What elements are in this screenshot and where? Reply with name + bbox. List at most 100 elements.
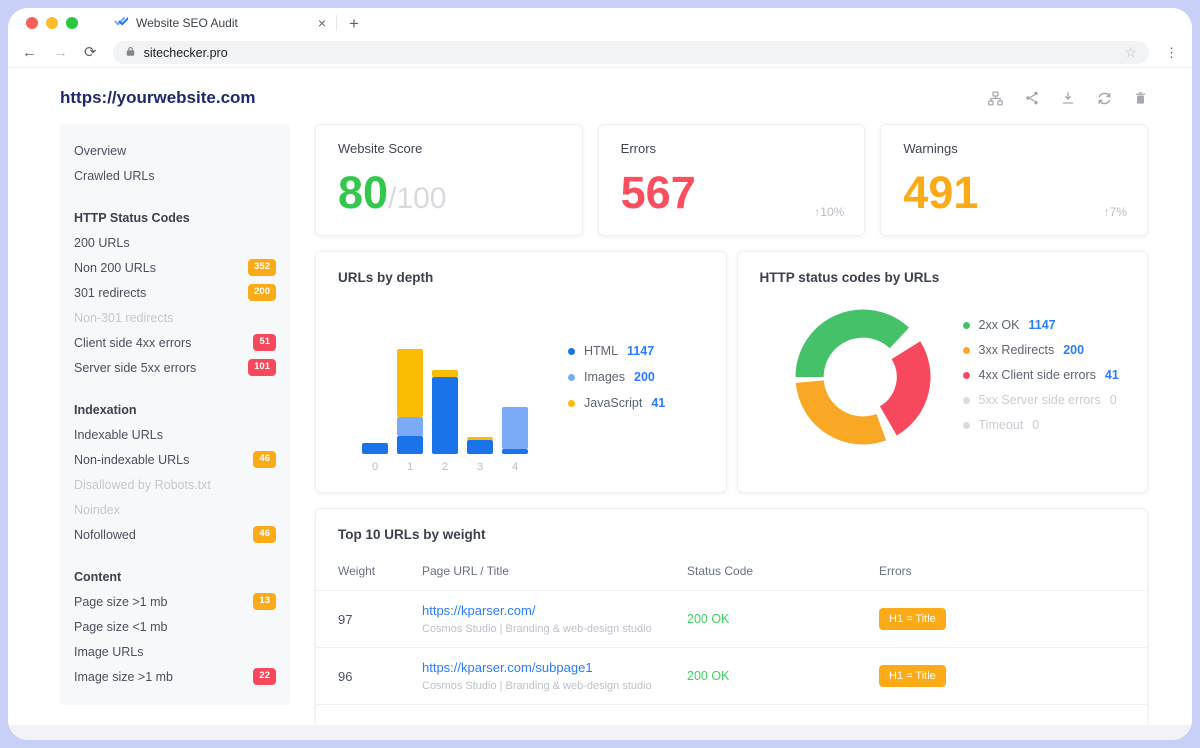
- sidebar-item-image-size-gt-1mb[interactable]: Image size >1 mb22: [74, 664, 276, 689]
- zoom-window-button[interactable]: [66, 17, 78, 29]
- tab-strip: Website SEO Audit × +: [8, 8, 1192, 38]
- http-status-codes-card: HTTP status codes by URLs 2xx OK 1147: [737, 251, 1149, 493]
- share-icon[interactable]: [1024, 90, 1040, 106]
- sidebar-item-label: Non 200 URLs: [74, 261, 156, 275]
- website-score-card: Website Score 80 /100: [315, 124, 583, 236]
- bar-segment-javascript: [397, 349, 423, 417]
- sidebar-item-page-size-lt-1mb[interactable]: Page size <1 mb: [74, 614, 276, 639]
- page-title-text: Cosmos Studio | Branding & web-design st…: [422, 623, 687, 635]
- table-header-row: Weight Page URL / Title Status Code Erro…: [316, 542, 1147, 591]
- bar-depth-1: [397, 349, 423, 454]
- page-url-cell: https://kparser.com/ Cosmos Studio | Bra…: [422, 603, 687, 635]
- browser-toolbar: ← → ⟳ sitechecker.pro ☆ ⋮: [8, 38, 1192, 68]
- page-url-link[interactable]: https://kparser.com/subpage1: [422, 660, 687, 675]
- page-header: https://yourwebsite.com: [60, 88, 1148, 108]
- column-header-weight: Weight: [338, 564, 422, 578]
- sidebar-item-label: Noindex: [74, 503, 120, 517]
- browser-tab[interactable]: Website SEO Audit ×: [104, 8, 336, 38]
- count-badge: 46: [253, 526, 276, 542]
- sidebar-item-label: 301 redirects: [74, 286, 146, 300]
- count-badge: 13: [253, 593, 276, 609]
- charts-row: URLs by depth 01234 HTML 1147: [315, 251, 1148, 493]
- column-header-errors: Errors: [879, 564, 1125, 578]
- bar-segment-html: [467, 440, 493, 454]
- sidebar-nav: Overview Crawled URLs HTTP Status Codes …: [60, 124, 290, 705]
- page-title-text: Cosmos Studio | Branding & web-design st…: [422, 680, 687, 692]
- sidebar-item-overview[interactable]: Overview: [74, 138, 276, 163]
- sidebar-item-indexable-urls[interactable]: Indexable URLs: [74, 422, 276, 447]
- sidebar-item-server-5xx-errors[interactable]: Server side 5xx errors101: [74, 355, 276, 380]
- download-icon[interactable]: [1060, 90, 1076, 106]
- donut-segment-4xx: [888, 350, 913, 421]
- reload-icon[interactable]: ⟳: [84, 45, 97, 60]
- donut-segment-3xx: [809, 382, 881, 431]
- errors-cell: H1 = Title: [879, 665, 1125, 687]
- error-badge: H1 = Title: [879, 665, 946, 687]
- sidebar-item-label: Image URLs: [74, 645, 143, 659]
- warnings-delta: ↑7%: [1104, 205, 1127, 219]
- browser-menu-icon[interactable]: ⋮: [1165, 45, 1178, 61]
- sidebar-item-label: Indexable URLs: [74, 428, 163, 442]
- warnings-value: 491: [903, 170, 978, 215]
- legend-dot: [963, 422, 970, 429]
- page-url-link[interactable]: https://kparser.com/: [422, 603, 687, 618]
- sidebar-item-200-urls[interactable]: 200 URLs: [74, 230, 276, 255]
- table-title: Top 10 URLs by weight: [316, 527, 1147, 542]
- sidebar-item-disallowed-robots[interactable]: Disallowed by Robots.txt: [74, 472, 276, 497]
- lock-icon: [125, 44, 136, 62]
- sidebar-item-noindex[interactable]: Noindex: [74, 497, 276, 522]
- table-row: 96 https://kparser.com/subpage1 Cosmos S…: [316, 648, 1147, 705]
- legend-item-javascript: JavaScript 41: [568, 396, 665, 410]
- column-header-status-code: Status Code: [687, 564, 879, 578]
- new-tab-button[interactable]: +: [349, 15, 359, 32]
- dashboard-layout: Overview Crawled URLs HTTP Status Codes …: [60, 124, 1148, 732]
- refresh-icon[interactable]: [1096, 90, 1113, 107]
- bar-x-tick-label: 3: [467, 461, 493, 473]
- sidebar-item-label: Image size >1 mb: [74, 670, 173, 684]
- bookmark-star-icon[interactable]: ☆: [1124, 44, 1137, 61]
- bar-segment-html: [362, 443, 388, 454]
- bar-depth-2: [432, 370, 458, 454]
- sitemap-icon[interactable]: [987, 90, 1004, 107]
- legend-item-4xx: 4xx Client side errors 41: [963, 368, 1119, 382]
- close-window-button[interactable]: [26, 17, 38, 29]
- sidebar-section-http-status-codes: HTTP Status Codes: [74, 205, 276, 230]
- tab-close-icon[interactable]: ×: [318, 16, 326, 30]
- trash-icon[interactable]: [1133, 90, 1148, 106]
- back-icon[interactable]: ←: [22, 45, 37, 60]
- sidebar-item-non-indexable-urls[interactable]: Non-indexable URLs46: [74, 447, 276, 472]
- tab-favicon-icon: [114, 14, 128, 33]
- sidebar-item-nofollowed[interactable]: Nofollowed 46: [74, 522, 276, 547]
- tab-title: Website SEO Audit: [136, 16, 310, 30]
- sidebar-item-page-size-gt-1mb[interactable]: Page size >1 mb 13: [74, 589, 276, 614]
- sidebar-item-301-redirects[interactable]: 301 redirects200: [74, 280, 276, 305]
- bar-x-tick-label: 1: [397, 461, 423, 473]
- sidebar-item-label: Nofollowed: [74, 528, 136, 542]
- sidebar-item-non-200-urls[interactable]: Non 200 URLs352: [74, 255, 276, 280]
- chart-title: URLs by depth: [338, 270, 704, 285]
- sidebar-item-label: Page size >1 mb: [74, 595, 167, 609]
- bar-segment-javascript: [432, 370, 458, 377]
- url-text: sitechecker.pro: [144, 46, 228, 60]
- sidebar-item-label: Crawled URLs: [74, 169, 155, 183]
- top-urls-table-card: Top 10 URLs by weight Weight Page URL / …: [315, 508, 1148, 732]
- legend-dot: [963, 372, 970, 379]
- bar-chart-legend: HTML 1147 Images 200 J: [568, 344, 665, 422]
- stats-row: Website Score 80 /100 Errors 567 ↑10%: [315, 124, 1148, 236]
- errors-cell: H1 = Title: [879, 608, 1125, 630]
- sidebar-item-label: Disallowed by Robots.txt: [74, 478, 211, 492]
- sidebar-item-client-4xx-errors[interactable]: Client side 4xx errors51: [74, 330, 276, 355]
- donut-legend: 2xx OK 1147 3xx Redirects 200: [963, 318, 1119, 443]
- minimize-window-button[interactable]: [46, 17, 58, 29]
- errors-card: Errors 567 ↑10%: [598, 124, 866, 236]
- forward-icon[interactable]: →: [53, 45, 68, 60]
- address-bar[interactable]: sitechecker.pro ☆: [113, 41, 1149, 64]
- sidebar-item-crawled-urls[interactable]: Crawled URLs: [74, 163, 276, 188]
- warnings-card: Warnings 491 ↑7%: [880, 124, 1148, 236]
- legend-dot: [963, 347, 970, 354]
- errors-delta: ↑10%: [814, 205, 844, 219]
- weight-cell: 96: [338, 669, 422, 684]
- sidebar-item-label: Non-301 redirects: [74, 311, 173, 325]
- sidebar-item-non-301-redirects[interactable]: Non-301 redirects: [74, 305, 276, 330]
- sidebar-item-image-urls[interactable]: Image URLs: [74, 639, 276, 664]
